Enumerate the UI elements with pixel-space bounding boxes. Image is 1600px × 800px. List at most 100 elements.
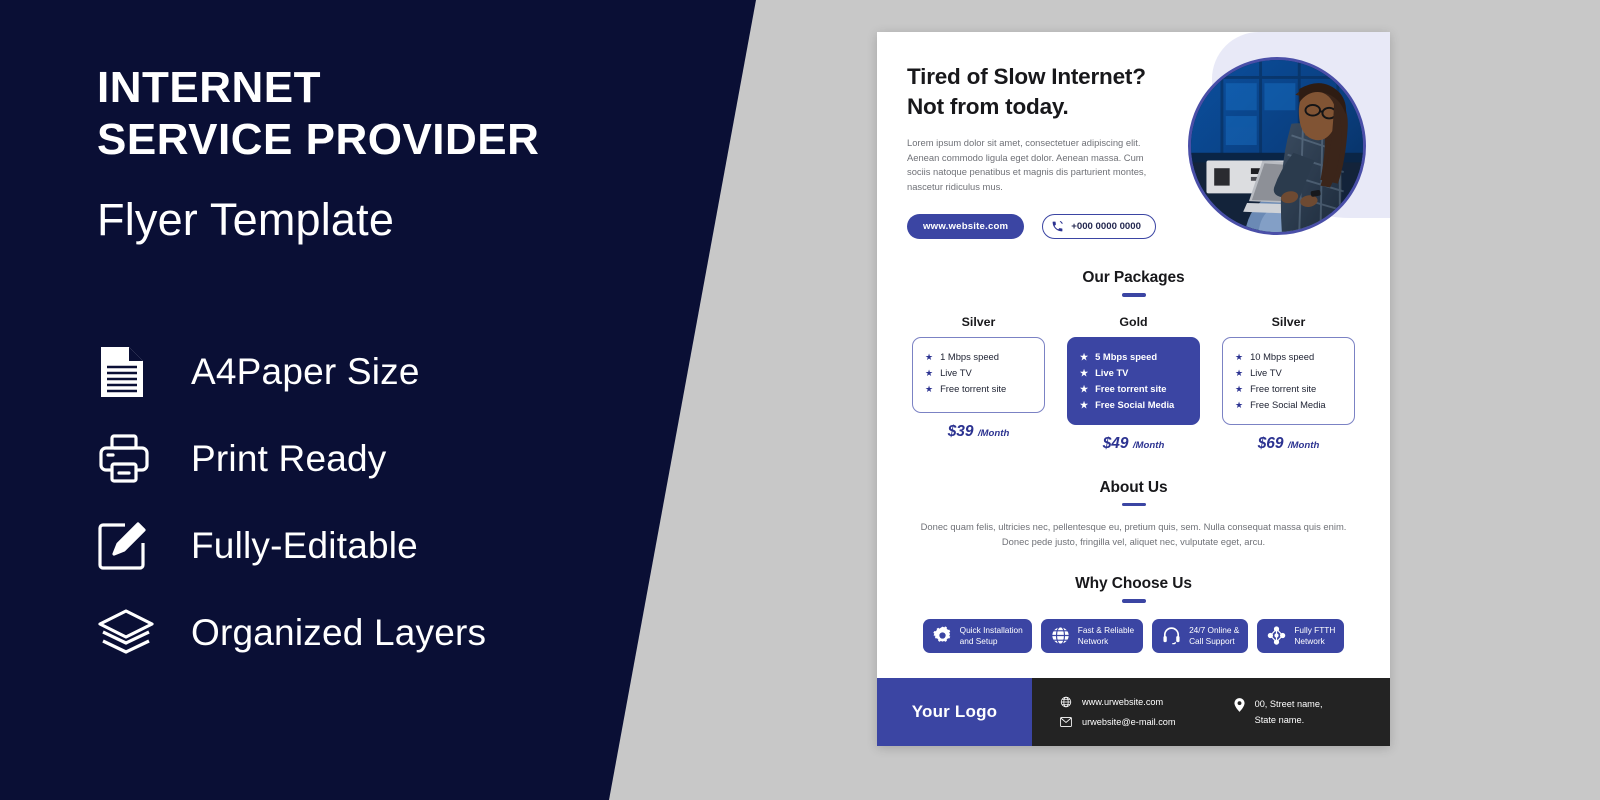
pencil-edit-icon [97,518,163,574]
package-price-amount: $49 [1102,434,1129,452]
why-chip-fully-ftth[interactable]: Fully FTTH Network [1257,618,1345,653]
feature-label-fully-editable: Fully-Editable [191,524,418,566]
why-chip-quick-installation[interactable]: Quick Installation and Setup [922,618,1032,653]
package-price: $39 /Month [912,423,1045,441]
package-feature-box: ★ 5 Mbps speed ★ Live TV ★ Free torrent sit… [1067,336,1200,425]
printer-icon [97,431,163,487]
package-feature-box: ★ 1 Mbps speed ★ Live TV ★ Free torrent sit… [912,336,1045,413]
package-price-period: /Month [1132,439,1165,451]
footer-email-label: urwebsite@e-mail.com [1082,717,1176,727]
why-choose-us-section: Why Choose Us Quick Installation and Setu… [877,575,1390,653]
package-card-gold[interactable]: Gold ★ 5 Mbps speed ★ Live TV ★ Free torren… [1067,315,1200,453]
why-chip-row: Quick Installation and Setup Fast & Reli… [877,618,1390,653]
why-heading-block: Why Choose Us [877,575,1390,603]
layers-icon [97,605,163,661]
package-name: Silver [961,314,996,329]
feature-item-print-ready: Print Ready [97,415,717,502]
woman-with-laptop-photo [1191,60,1363,232]
about-heading: About Us [1099,478,1168,496]
feature-item-a4paper: A4Paper Size [97,328,717,415]
package-card-silver-2[interactable]: Silver ★ 10 Mbps speed ★ Live TV ★ Free tor… [1222,315,1355,453]
package-price: $49 /Month [1067,435,1200,453]
why-chip-fast-reliable[interactable]: Fast & Reliable Network [1040,618,1144,653]
star-icon: ★ [1235,383,1244,394]
flyer-preview-card: Tired of Slow Internet? Not from today. … [877,32,1390,746]
star-icon: ★ [925,367,934,378]
footer-website-row[interactable]: www.urwebsite.com [1060,696,1176,708]
footer-logo: Your Logo [877,678,1032,746]
about-section: About Us Donec quam felis, ultricies nec… [877,479,1390,549]
package-price: $69 /Month [1222,435,1355,453]
package-feature: ★ Free torrent site [925,381,1036,397]
feature-item-organized-layers: Organized Layers [97,589,717,676]
promo-subtitle: Flyer Template [97,194,395,245]
package-feature: ★ Live TV [925,365,1036,381]
package-feature-box: ★ 10 Mbps speed ★ Live TV ★ Free torrent si… [1222,336,1355,425]
promo-title-line2: SERVICE PROVIDER [97,115,540,164]
globe-icon [1050,625,1071,646]
feature-label-organized-layers: Organized Layers [191,611,487,653]
about-paragraph: Donec quam felis, ultricies nec, pellent… [920,521,1347,548]
package-name: Silver [1271,314,1306,329]
document-icon [97,344,163,400]
footer-contact-info: www.urwebsite.com urwebsite@e-mail.com 0… [1032,678,1390,746]
package-price-amount: $69 [1257,434,1284,452]
star-icon: ★ [1080,399,1089,410]
package-feature: ★ Free torrent site [1080,381,1191,397]
packages-grid: Silver ★ 1 Mbps speed ★ Live TV ★ Free torr… [877,315,1390,453]
package-price-period: /Month [1287,439,1320,451]
package-feature: ★ Free Social Media [1080,397,1191,413]
feature-item-fully-editable: Fully-Editable [97,502,717,589]
why-chip-label: 24/7 Online & Call Support [1189,624,1240,646]
feature-label-a4paper: A4Paper Size [191,350,420,392]
phone-number-label: +000 0000 0000 [1071,221,1141,233]
why-chip-label: Fully FTTH Network [1294,624,1336,646]
package-card-silver-1[interactable]: Silver ★ 1 Mbps speed ★ Live TV ★ Free torr… [912,315,1045,453]
footer-website-label: www.urwebsite.com [1082,697,1164,707]
envelope-icon [1060,716,1072,728]
heading-underline [1121,293,1146,297]
gear-icon [932,625,953,646]
footer-address-block: 00, Street name, State name. [1234,696,1323,728]
footer-address-label: 00, Street name, State name. [1254,699,1323,725]
heading-underline [1121,599,1146,603]
package-feature: ★ 5 Mbps speed [1080,349,1191,365]
package-feature: ★ 1 Mbps speed [925,349,1036,365]
package-feature: ★ Live TV [1080,365,1191,381]
hero-photo [1188,57,1366,235]
packages-heading: Our Packages [1082,269,1185,287]
why-chip-247-support[interactable]: 24/7 Online & Call Support [1152,618,1249,653]
why-chip-label: Fast & Reliable Network [1077,624,1135,646]
location-pin-icon [1234,696,1245,712]
star-icon: ★ [1080,367,1089,378]
footer-contact-column: www.urwebsite.com urwebsite@e-mail.com [1060,696,1176,728]
package-name: Gold [1119,314,1148,329]
feature-label-print-ready: Print Ready [191,437,387,479]
packages-section: Our Packages Silver ★ 1 Mbps speed ★ Live … [877,269,1390,452]
star-icon: ★ [1080,383,1089,394]
footer-email-row[interactable]: urwebsite@e-mail.com [1060,716,1176,728]
promo-feature-list: A4Paper Size Print Ready Fully-Editable … [97,328,717,676]
website-button[interactable]: www.website.com [907,214,1025,240]
flyer-footer: Your Logo www.urwebsite.com urwebsite@e-… [877,678,1390,746]
star-icon: ★ [1080,351,1089,362]
package-price-amount: $39 [947,422,974,440]
phone-button[interactable]: +000 0000 0000 [1042,214,1156,240]
heading-underline [1121,502,1146,507]
promo-panel: INTERNET SERVICE PROVIDER Flyer Template [0,0,756,800]
star-icon: ★ [1235,367,1244,378]
why-chip-label: Quick Installation and Setup [959,624,1023,646]
package-feature: ★ Live TV [1235,365,1346,381]
promo-content: INTERNET SERVICE PROVIDER Flyer Template [97,0,717,676]
phone-icon [1051,220,1064,233]
why-heading: Why Choose Us [1075,575,1192,593]
package-feature: ★ Free torrent site [1235,381,1346,397]
network-icon [1266,625,1287,646]
promo-title-block: INTERNET SERVICE PROVIDER Flyer Template [97,62,717,248]
package-price-period: /Month [977,427,1010,439]
hero-paragraph: Lorem ipsum dolor sit amet, consectetuer… [907,137,1147,192]
promo-title-line1: INTERNET [97,63,321,112]
packages-heading-block: Our Packages [877,269,1390,297]
package-feature: ★ 10 Mbps speed [1235,349,1346,365]
star-icon: ★ [925,383,934,394]
